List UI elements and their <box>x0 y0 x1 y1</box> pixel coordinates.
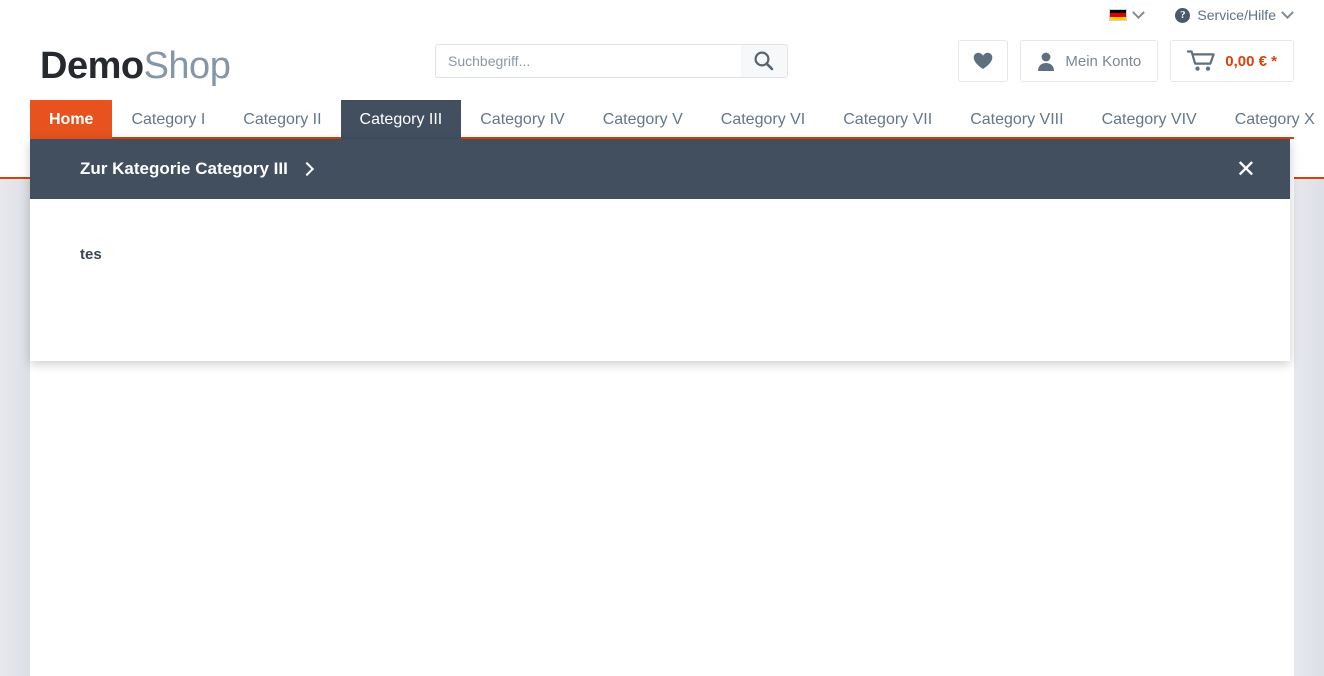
page-root: ? Service/Hilfe DemoShop Suchbegriff... … <box>0 0 1324 676</box>
flyout-category-item[interactable]: tes <box>80 246 102 263</box>
page-background-left <box>0 178 30 676</box>
nav-item-label: Category X <box>1234 110 1315 128</box>
cart-button[interactable]: 0,00 € * <box>1170 40 1294 82</box>
top-utility-bar: ? Service/Hilfe <box>0 0 1324 30</box>
german-flag-icon <box>1109 9 1128 21</box>
nav-item-category-iii[interactable]: Category III <box>340 100 462 139</box>
flyout-body: tes <box>30 199 1290 361</box>
close-icon[interactable]: ✕ <box>1222 151 1270 187</box>
shop-logo[interactable]: DemoShop <box>40 44 231 88</box>
search-submit-button[interactable] <box>741 45 787 77</box>
chevron-right-icon <box>299 161 314 176</box>
search-icon <box>754 51 774 71</box>
goto-category-link[interactable]: Zur Kategorie Category III <box>80 159 314 179</box>
heart-icon <box>974 52 993 69</box>
user-icon <box>1038 52 1055 71</box>
nav-item-label: Category VIII <box>970 110 1064 128</box>
nav-item-category-ii[interactable]: Category II <box>224 100 340 139</box>
nav-item-label: Category II <box>243 110 322 128</box>
nav-item-label: Category IV <box>480 110 565 128</box>
nav-item-label: Category V <box>602 110 683 128</box>
nav-item-category-vii[interactable]: Category VII <box>824 100 951 139</box>
nav-item-category-iv[interactable]: Category IV <box>461 100 583 139</box>
language-selector[interactable] <box>1107 0 1146 30</box>
nav-item-label: Category VI <box>720 110 806 128</box>
chevron-down-icon <box>1132 5 1146 19</box>
wishlist-button[interactable] <box>958 40 1009 82</box>
cart-amount: 0,00 € * <box>1225 52 1277 70</box>
nav-item-label: Category I <box>131 110 206 128</box>
account-button[interactable]: Mein Konto <box>1020 40 1159 82</box>
page-background-right <box>1294 178 1324 676</box>
nav-item-label: Category VIV <box>1101 110 1197 128</box>
question-circle-icon: ? <box>1175 7 1191 23</box>
category-flyout-menu: Zur Kategorie Category III ✕ tes <box>30 139 1290 361</box>
service-help-menu[interactable]: ? Service/Hilfe <box>1173 0 1294 30</box>
nav-item-category-i[interactable]: Category I <box>112 100 224 139</box>
nav-item-label: Category III <box>359 110 443 128</box>
logo-part-secondary: Shop <box>143 45 231 87</box>
nav-item-category-viv[interactable]: Category VIV <box>1083 100 1216 139</box>
search-box <box>435 44 788 78</box>
header-actions: Mein Konto 0,00 € * <box>958 40 1294 82</box>
logo-part-primary: Demo <box>40 45 144 87</box>
nav-item-category-x[interactable]: Category X <box>1216 100 1324 139</box>
flyout-header: Zur Kategorie Category III ✕ <box>30 139 1290 199</box>
nav-item-label: Home <box>49 110 94 128</box>
shopping-cart-icon <box>1187 50 1215 71</box>
nav-item-category-viii[interactable]: Category VIII <box>951 100 1082 139</box>
nav-item-label: Category VII <box>843 110 933 128</box>
main-navigation: Home Category I Category II Category III Cat… <box>30 100 1315 139</box>
nav-item-category-vi[interactable]: Category VI <box>702 100 824 139</box>
accent-rule-left <box>0 177 30 179</box>
account-label: Mein Konto <box>1065 52 1142 70</box>
search-input[interactable] <box>436 45 741 77</box>
service-help-label: Service/Hilfe <box>1197 7 1276 23</box>
site-header: DemoShop Mein Kon <box>0 30 1324 100</box>
nav-item-home[interactable]: Home <box>30 100 113 139</box>
goto-category-label: Zur Kategorie Category III <box>80 159 288 178</box>
accent-rule-right <box>1294 177 1324 179</box>
chevron-down-icon <box>1281 5 1294 19</box>
nav-item-category-v[interactable]: Category V <box>584 100 702 139</box>
